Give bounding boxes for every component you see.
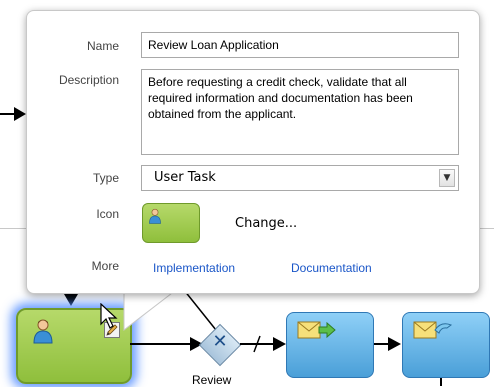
change-icon-button[interactable]: Change... <box>235 216 297 231</box>
description-label: Description <box>58 73 119 87</box>
description-textarea[interactable]: Before requesting a credit check, valida… <box>141 69 459 155</box>
task-icon-preview[interactable] <box>142 203 200 243</box>
name-input[interactable]: Review Loan Application <box>141 32 459 58</box>
documentation-link[interactable]: Documentation <box>291 261 372 275</box>
type-selected-value: User Task <box>154 170 216 185</box>
implementation-link[interactable]: Implementation <box>153 261 235 275</box>
more-label: More <box>91 259 119 273</box>
user-task-icon <box>149 208 161 224</box>
quick-properties-popup: Name Review Loan Application Description… <box>26 10 480 294</box>
type-label: Type <box>92 171 119 185</box>
chevron-down-icon[interactable]: ▼ <box>439 169 455 187</box>
icon-label: Icon <box>96 207 119 221</box>
type-dropdown[interactable]: User Task ▼ <box>141 165 459 191</box>
name-label: Name <box>86 39 119 53</box>
